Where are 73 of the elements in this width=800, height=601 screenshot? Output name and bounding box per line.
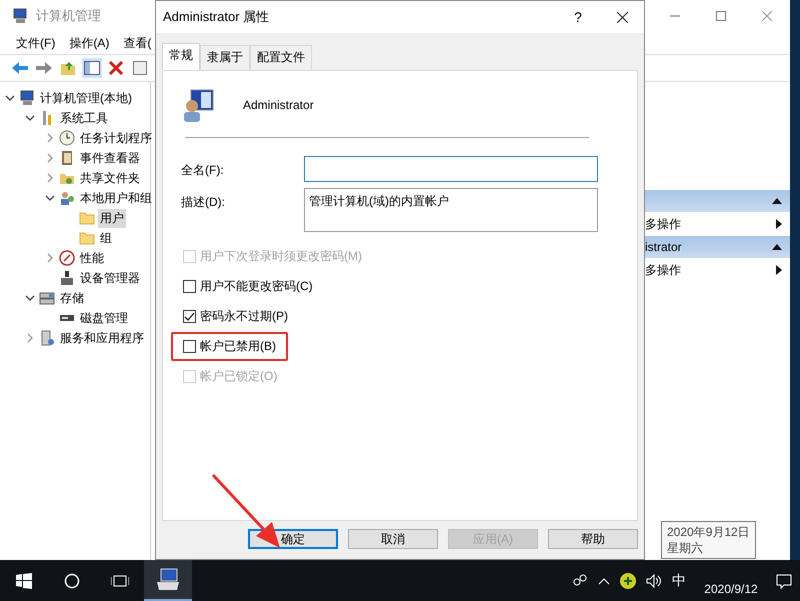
submenu-arrow-icon (776, 265, 782, 275)
clock-icon (59, 130, 75, 146)
checkbox[interactable] (183, 340, 196, 353)
taskbar-app-icon[interactable] (144, 560, 192, 601)
properties-icon[interactable] (130, 58, 150, 78)
action-item[interactable]: 多操作 (645, 262, 681, 278)
maximize-icon[interactable] (716, 11, 726, 21)
checkbox[interactable] (183, 310, 196, 323)
speaker-icon[interactable] (646, 574, 662, 588)
tab[interactable]: 隶属于 (200, 45, 250, 70)
tooltip-line: 2020年9月12日 (667, 524, 750, 540)
window-title: 计算机管理 (36, 7, 101, 25)
computer-management-icon (12, 8, 28, 24)
people-icon[interactable] (572, 574, 588, 588)
windows-logo-icon[interactable] (16, 572, 32, 588)
tab[interactable]: 配置文件 (250, 45, 312, 70)
tree-item[interactable]: 存储 (58, 288, 86, 308)
tree-item[interactable]: 事件查看器 (78, 148, 142, 168)
dialog-title: Administrator 属性 (163, 8, 270, 26)
tree-item[interactable]: 设备管理器 (78, 268, 142, 288)
tab[interactable]: 常规 (162, 43, 200, 70)
submenu-arrow-icon (776, 219, 782, 229)
tree-toggle-icon[interactable] (82, 58, 102, 78)
task-view-icon[interactable] (111, 574, 129, 588)
services-icon (39, 330, 55, 346)
tree-item[interactable]: 组 (98, 228, 114, 248)
tree-item[interactable]: 计算机管理(本地) (38, 88, 134, 108)
taskbar-date[interactable]: 2020/9/12 (696, 566, 766, 596)
description-field[interactable]: 管理计算机(域)的内置帐户 (304, 188, 598, 232)
notification-icon[interactable] (776, 572, 792, 588)
menu-item[interactable]: 操作(A) (69, 34, 110, 52)
actions-header-label: istrator (645, 240, 682, 254)
tree-item[interactable]: 性能 (78, 248, 106, 268)
gauge-icon (59, 250, 75, 266)
tree-item[interactable]: 用户 (98, 208, 126, 228)
tree-item[interactable]: 任务计划程序 (78, 128, 154, 148)
folder-icon (79, 230, 95, 246)
chevron-up-icon[interactable] (598, 576, 610, 584)
computer-icon (19, 90, 35, 106)
actions-header[interactable]: istrator (645, 236, 790, 258)
menu-item[interactable]: 查看( (123, 34, 152, 52)
user-computer-icon (183, 88, 215, 122)
tooltip-line: 星期六 (667, 540, 704, 556)
tree-item[interactable]: 共享文件夹 (78, 168, 142, 188)
log-book-icon (59, 150, 75, 166)
folder-icon (79, 210, 95, 226)
full-name-field[interactable] (304, 156, 598, 182)
device-icon (59, 270, 75, 286)
collapse-icon[interactable] (772, 198, 782, 204)
menu-item[interactable]: 文件(F) (16, 34, 56, 52)
field-label: 描述(D): (181, 194, 226, 211)
help-button[interactable]: ? (556, 9, 600, 25)
users-icon (59, 190, 75, 206)
action-item[interactable]: 多操作 (645, 216, 681, 232)
tree-item[interactable]: 本地用户和组 (78, 188, 154, 208)
dialog-button[interactable]: 取消 (348, 529, 438, 549)
checkbox-label[interactable]: 用户不能更改密码(C) (200, 278, 313, 295)
user-name: Administrator (243, 98, 314, 112)
field-label: 全名(F): (181, 162, 225, 179)
tree-item[interactable]: 服务和应用程序 (58, 328, 146, 348)
close-icon[interactable] (616, 12, 628, 22)
search-icon[interactable] (64, 572, 80, 588)
checkbox[interactable] (183, 280, 196, 293)
collapse-icon[interactable] (772, 244, 782, 250)
plus-circle-icon[interactable] (620, 572, 636, 588)
tree-item[interactable]: 磁盘管理 (78, 308, 130, 328)
checkbox-label[interactable]: 帐户已禁用(B) (200, 338, 276, 355)
delete-icon[interactable] (106, 58, 126, 78)
input-method-indicator[interactable]: 中 (672, 572, 686, 590)
dialog-button[interactable]: 帮助 (548, 529, 638, 549)
storage-icon (39, 290, 55, 306)
checkbox-label[interactable]: 密码永不过期(P) (200, 308, 288, 325)
tree-item[interactable]: 系统工具 (58, 108, 110, 128)
